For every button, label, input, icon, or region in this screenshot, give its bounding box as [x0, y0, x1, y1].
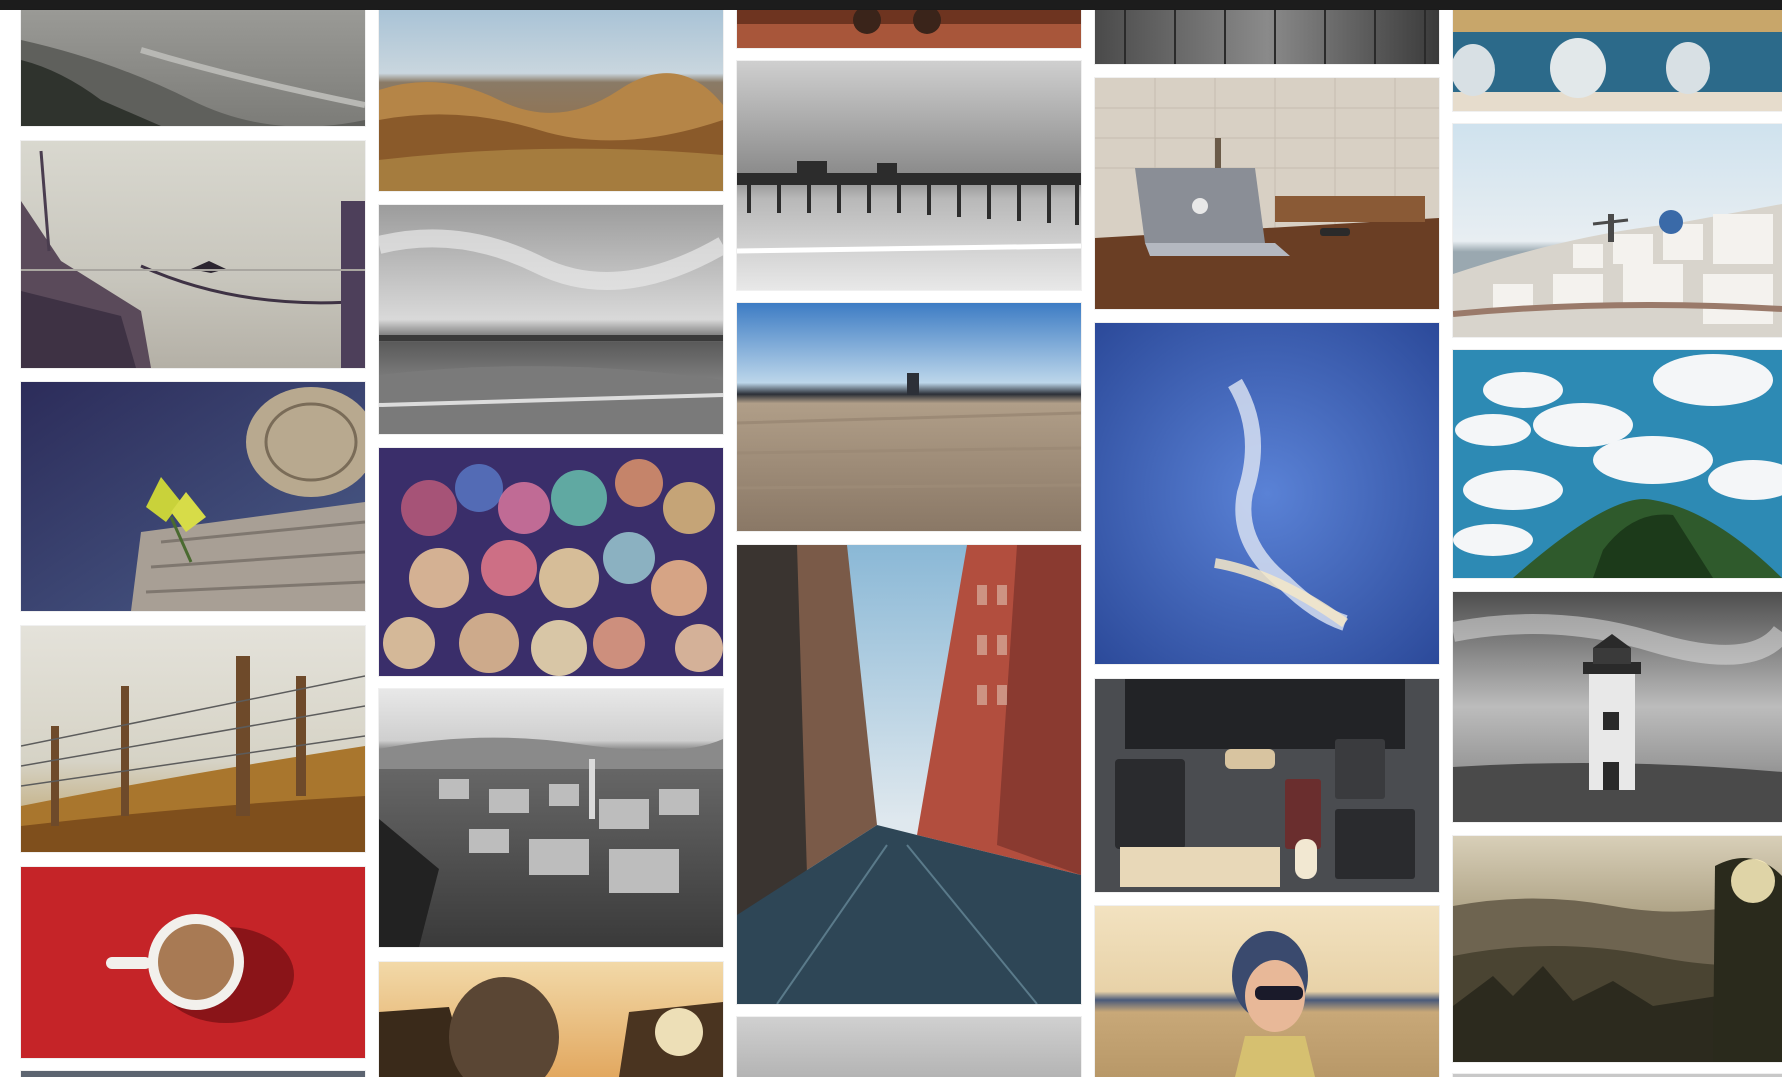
- photo-tile[interactable]: [21, 1071, 365, 1077]
- photo-tile[interactable]: [1095, 906, 1439, 1077]
- photo-tile[interactable]: [737, 10, 1081, 48]
- photo-tile[interactable]: [737, 1017, 1081, 1077]
- photo-gallery: [0, 0, 1782, 1077]
- photo-tile[interactable]: [21, 10, 365, 126]
- photo-tile[interactable]: [1453, 124, 1782, 337]
- photo-tile[interactable]: [379, 10, 723, 191]
- photo-tile[interactable]: [1453, 350, 1782, 578]
- photo-tile[interactable]: [21, 141, 365, 368]
- photo-tile[interactable]: [1453, 836, 1782, 1062]
- photo-tile[interactable]: [1095, 323, 1439, 664]
- photo-tile[interactable]: [1453, 10, 1782, 111]
- photo-tile[interactable]: [737, 61, 1081, 290]
- photo-tile[interactable]: [21, 867, 365, 1058]
- photo-tile[interactable]: [379, 205, 723, 434]
- photo-tile[interactable]: [1095, 78, 1439, 309]
- photo-tile[interactable]: [379, 962, 723, 1077]
- photo-tile[interactable]: [737, 545, 1081, 1004]
- photo-tile[interactable]: [379, 448, 723, 676]
- photo-tile[interactable]: [1095, 679, 1439, 892]
- photo-tile[interactable]: [1453, 592, 1782, 822]
- photo-tile[interactable]: [737, 303, 1081, 531]
- photo-tile[interactable]: [21, 382, 365, 611]
- photo-tile[interactable]: [379, 689, 723, 947]
- photo-tile[interactable]: [1095, 10, 1439, 64]
- photo-tile[interactable]: [21, 626, 365, 852]
